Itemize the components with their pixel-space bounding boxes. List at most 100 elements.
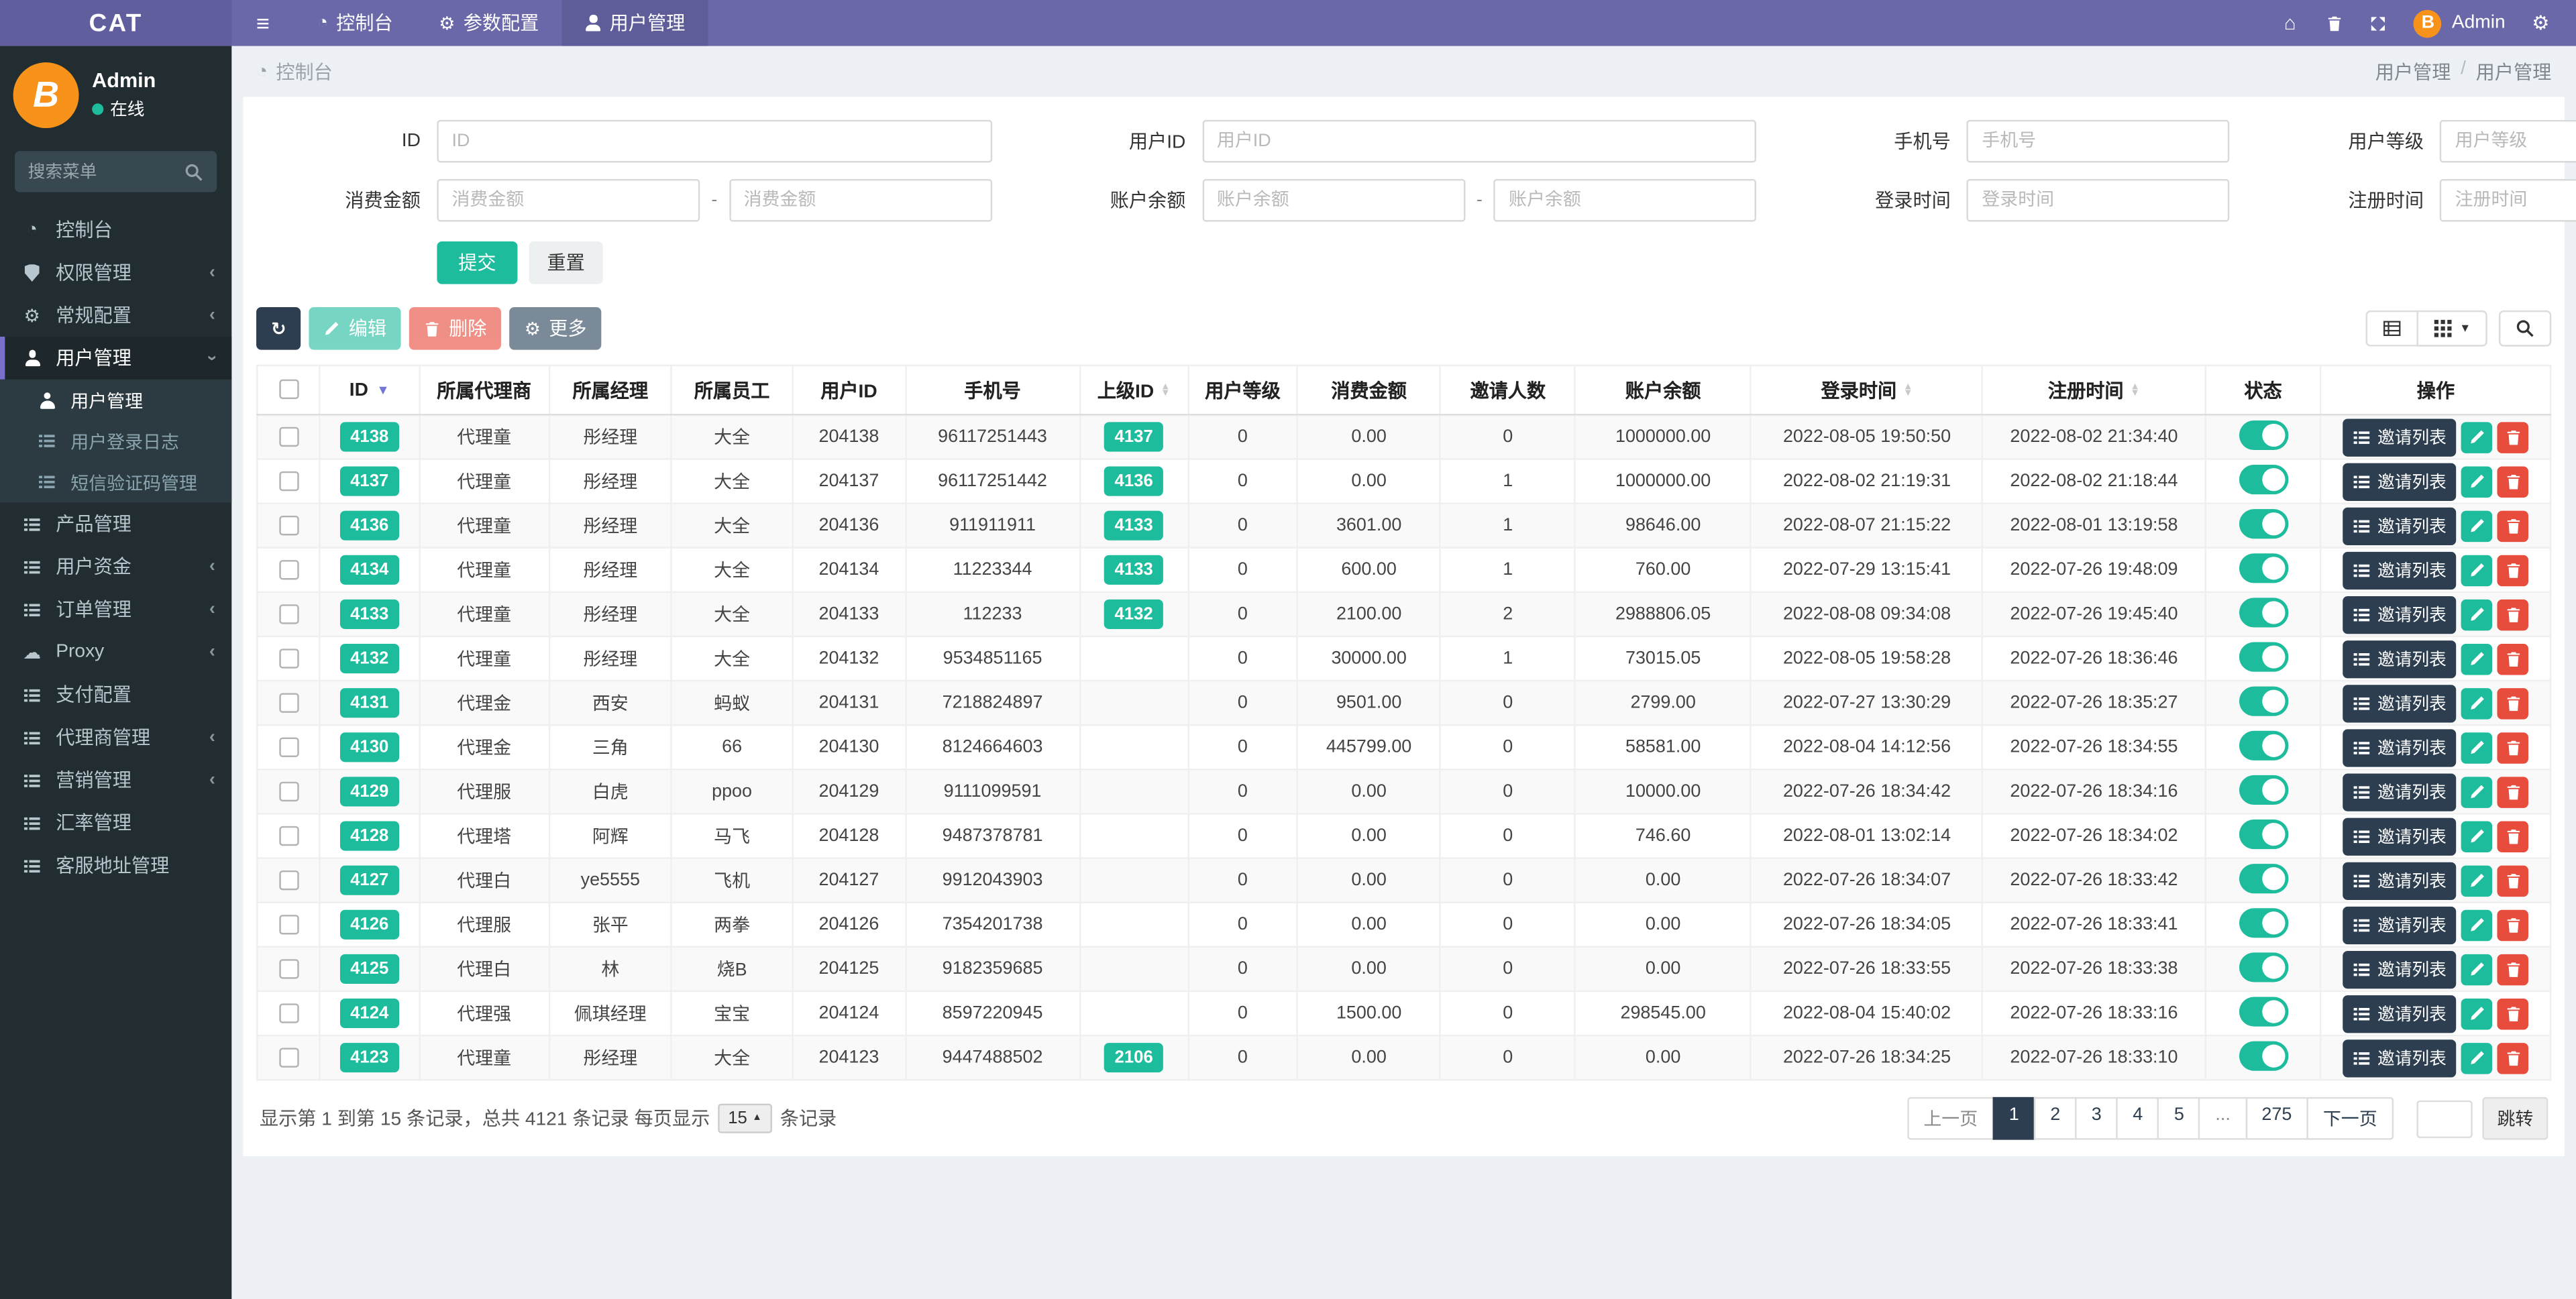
- invite-list-button[interactable]: 邀请列表: [2343, 1038, 2457, 1077]
- delete-row-button[interactable]: [2497, 598, 2529, 630]
- filter-input-login-time[interactable]: [1967, 178, 2231, 222]
- edit-row-button[interactable]: [2461, 465, 2493, 497]
- fullscreen-button[interactable]: [2357, 14, 2401, 32]
- sort-icon[interactable]: ▲ ▼: [1161, 383, 1171, 399]
- row-checkbox[interactable]: [278, 648, 299, 669]
- page-button-1[interactable]: 1: [1992, 1096, 2036, 1140]
- row-checkbox[interactable]: [278, 604, 299, 624]
- invite-list-button[interactable]: 邀请列表: [2343, 418, 2457, 456]
- column-header-user-level[interactable]: 用户等级: [1187, 364, 1298, 416]
- column-header-login-time[interactable]: 登录时间 ▲ ▼: [1750, 364, 1984, 416]
- column-header-agent[interactable]: 所属代理商: [418, 364, 550, 416]
- invite-list-button[interactable]: 邀请列表: [2343, 595, 2457, 634]
- page-button-prev[interactable]: 上一页: [1907, 1096, 1994, 1140]
- invite-list-button[interactable]: 邀请列表: [2343, 684, 2457, 722]
- sort-desc-icon[interactable]: ▼: [376, 383, 389, 398]
- nav-item-params-config[interactable]: ⚙ 参数配置: [416, 0, 562, 46]
- page-button-275[interactable]: 275: [2245, 1096, 2308, 1140]
- page-button-5[interactable]: 5: [2157, 1096, 2201, 1140]
- delete-button[interactable]: 删除: [409, 306, 502, 350]
- invite-list-button[interactable]: 邀请列表: [2343, 728, 2457, 767]
- status-toggle-on[interactable]: [2238, 907, 2288, 938]
- filter-input-consume-amount-max[interactable]: [729, 178, 992, 222]
- edit-row-button[interactable]: [2461, 510, 2493, 541]
- sidebar-search-input[interactable]: [28, 162, 184, 182]
- sidebar-subitem-user-login-log[interactable]: 用户登录日志: [0, 420, 231, 461]
- row-checkbox[interactable]: [278, 1048, 299, 1068]
- row-checkbox[interactable]: [278, 427, 299, 447]
- page-button-...[interactable]: ...: [2198, 1096, 2247, 1140]
- breadcrumb-section[interactable]: ◔ 控制台: [256, 58, 333, 84]
- invite-list-button[interactable]: 邀请列表: [2343, 905, 2457, 944]
- filter-input-consume-amount-min[interactable]: [437, 178, 700, 222]
- more-button[interactable]: ⚙ 更多: [509, 306, 602, 350]
- delete-row-button[interactable]: [2497, 997, 2529, 1029]
- edit-row-button[interactable]: [2461, 1041, 2493, 1074]
- sidebar-item-dashboard[interactable]: ◔ 控制台: [0, 209, 231, 251]
- column-header-invite-count[interactable]: 邀请人数: [1440, 364, 1576, 416]
- status-toggle-on[interactable]: [2238, 1040, 2288, 1070]
- edit-row-button[interactable]: [2461, 642, 2493, 675]
- row-checkbox[interactable]: [278, 1003, 299, 1023]
- home-button[interactable]: ⌂: [2268, 11, 2312, 34]
- filter-input-user-id[interactable]: [1201, 119, 1757, 163]
- settings-button[interactable]: ⚙: [2518, 11, 2563, 34]
- edit-row-button[interactable]: [2461, 598, 2493, 630]
- invite-list-button[interactable]: 邀请列表: [2343, 950, 2457, 989]
- user-menu[interactable]: B Admin: [2401, 9, 2518, 38]
- delete-row-button[interactable]: [2497, 732, 2529, 763]
- invite-list-button[interactable]: 邀请列表: [2343, 462, 2457, 500]
- nav-item-dashboard[interactable]: ◔ 控制台: [294, 0, 416, 46]
- sidebar-item-exchange-rate-management[interactable]: 汇率管理: [0, 801, 231, 844]
- filter-input-id[interactable]: [437, 119, 992, 163]
- delete-row-button[interactable]: [2497, 554, 2529, 586]
- columns-button[interactable]: ▼: [2416, 310, 2487, 347]
- column-header-manager[interactable]: 所属经理: [548, 364, 673, 416]
- filter-input-user-level[interactable]: [2440, 119, 2576, 163]
- status-toggle-on[interactable]: [2238, 952, 2288, 982]
- delete-row-button[interactable]: [2497, 1041, 2529, 1074]
- row-checkbox[interactable]: [278, 915, 299, 935]
- clear-cache-button[interactable]: [2312, 14, 2357, 32]
- row-checkbox[interactable]: [278, 870, 299, 891]
- status-toggle-on[interactable]: [2238, 553, 2288, 583]
- delete-row-button[interactable]: [2497, 642, 2529, 675]
- breadcrumb-item[interactable]: 用户管理: [2375, 58, 2451, 84]
- column-header-status[interactable]: 状态: [2204, 364, 2322, 416]
- status-toggle-on[interactable]: [2238, 862, 2288, 893]
- status-toggle-on[interactable]: [2238, 774, 2288, 804]
- column-header-register-time[interactable]: 注册时间 ▲ ▼: [1982, 364, 2206, 416]
- invite-list-button[interactable]: 邀请列表: [2343, 639, 2457, 678]
- edit-row-button[interactable]: [2461, 554, 2493, 586]
- reset-button[interactable]: 重置: [529, 241, 603, 284]
- delete-row-button[interactable]: [2497, 776, 2529, 807]
- page-button-2[interactable]: 2: [2033, 1096, 2077, 1140]
- sidebar-item-payment-config[interactable]: 支付配置: [0, 673, 231, 716]
- status-toggle-on[interactable]: [2238, 463, 2288, 494]
- edit-row-button[interactable]: [2461, 953, 2493, 985]
- delete-row-button[interactable]: [2497, 421, 2529, 453]
- column-header-parent-id[interactable]: 上级ID ▲ ▼: [1078, 364, 1189, 416]
- sidebar-item-support-address-management[interactable]: 客服地址管理: [0, 844, 231, 887]
- column-header-consume-amount[interactable]: 消费金额: [1296, 364, 1442, 416]
- invite-list-button[interactable]: 邀请列表: [2343, 551, 2457, 589]
- column-header-id[interactable]: ID ▼: [319, 364, 421, 416]
- column-header-staff[interactable]: 所属员工: [671, 364, 794, 416]
- select-all-checkbox[interactable]: [278, 380, 299, 400]
- sidebar-item-agent-management[interactable]: 代理商管理 ‹: [0, 716, 231, 759]
- row-checkbox[interactable]: [278, 693, 299, 713]
- column-header-account-balance[interactable]: 账户余额: [1574, 364, 1752, 416]
- invite-list-button[interactable]: 邀请列表: [2343, 817, 2457, 855]
- edit-row-button[interactable]: [2461, 687, 2493, 719]
- delete-row-button[interactable]: [2497, 820, 2529, 852]
- filter-input-register-time[interactable]: [2440, 178, 2576, 222]
- sort-icon[interactable]: ▲ ▼: [1903, 383, 1913, 399]
- edit-row-button[interactable]: [2461, 776, 2493, 807]
- edit-row-button[interactable]: [2461, 864, 2493, 896]
- search-icon[interactable]: [184, 162, 203, 181]
- jump-button[interactable]: 跳转: [2482, 1096, 2548, 1140]
- row-checkbox[interactable]: [278, 516, 299, 536]
- page-size-select[interactable]: 15 ▲: [718, 1103, 772, 1133]
- status-toggle-on[interactable]: [2238, 597, 2288, 627]
- filter-input-account-balance-max[interactable]: [1493, 178, 1757, 222]
